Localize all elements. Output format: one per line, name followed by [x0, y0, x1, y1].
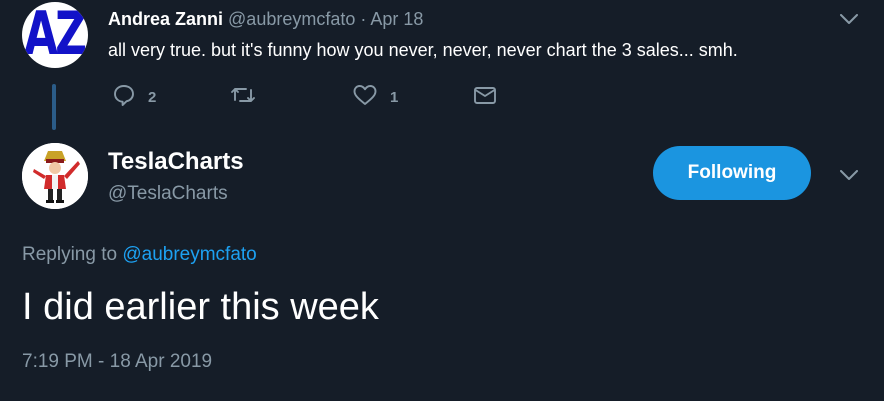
header-separator: ·: [355, 9, 371, 29]
retweet-icon: [230, 83, 256, 112]
replying-to-label: Replying to: [22, 244, 123, 265]
author-handle[interactable]: @TeslaCharts: [108, 182, 228, 206]
reply-button[interactable]: 2: [112, 84, 156, 110]
mascot-avatar-icon: [22, 143, 88, 209]
parent-author-name[interactable]: Andrea Zanni: [108, 9, 223, 29]
reply-count: 2: [148, 88, 157, 106]
parent-tweet-header: Andrea Zanni @aubreymcfato · Apr 18: [108, 8, 423, 30]
direct-message-button[interactable]: [472, 84, 498, 110]
like-button[interactable]: 1: [352, 84, 398, 110]
heart-icon: [352, 83, 378, 112]
parent-author-handle[interactable]: @aubreymcfato: [228, 9, 355, 29]
tweet-menu-chevron-down-icon[interactable]: [840, 166, 858, 184]
parent-tweet-date[interactable]: Apr 18: [370, 9, 423, 29]
parent-tweet-menu-chevron-down-icon[interactable]: [840, 10, 858, 28]
author-name[interactable]: TeslaCharts: [108, 147, 244, 177]
envelope-icon: [472, 83, 498, 112]
following-button[interactable]: Following: [653, 146, 811, 200]
like-count: 1: [390, 88, 399, 106]
reply-icon: [112, 83, 136, 112]
tweet-timestamp[interactable]: 7:19 PM - 18 Apr 2019: [22, 350, 212, 374]
avatar-teslacharts[interactable]: [22, 143, 88, 209]
replying-to-mention-link[interactable]: @aubreymcfato: [122, 244, 256, 265]
parent-tweet-text: all very true. but it's funny how you ne…: [108, 40, 738, 60]
avatar-andrea-zanni[interactable]: AZ: [22, 2, 88, 68]
avatar-logo-text: AZ: [24, 2, 87, 68]
retweet-button[interactable]: [230, 84, 268, 110]
thread-connector-line: [52, 84, 56, 130]
tweet-text: I did earlier this week: [22, 286, 379, 328]
replying-to-line: Replying to @aubreymcfato: [22, 243, 257, 267]
